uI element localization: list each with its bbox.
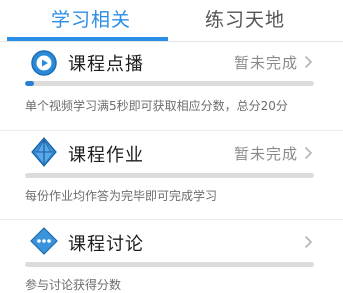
item-status: 暂未完成 — [233, 54, 298, 72]
item-description: 每份作业均作答为完毕即可完成学习 — [25, 189, 218, 203]
chevron-right-icon — [304, 55, 313, 69]
list-item-course-video[interactable]: 课程点播 暂未完成 单个视频学习满5秒即可获取相应分数，总分20分 — [0, 42, 343, 130]
progress-bar — [25, 81, 314, 86]
item-description: 单个视频学习满5秒即可获取相应分数，总分20分 — [25, 99, 288, 113]
homework-icon — [31, 137, 57, 167]
progress-fill — [25, 81, 34, 86]
chevron-right-icon — [304, 235, 313, 249]
item-status: 暂未完成 — [233, 145, 298, 163]
chevron-right-icon — [304, 146, 313, 160]
item-description: 参与讨论获得分数 — [25, 278, 122, 292]
tab-bar: 学习相关 练习天地 — [0, 0, 343, 44]
list-item-course-discussion[interactable]: 课程讨论 参与讨论获得分数 — [0, 220, 343, 292]
tab-practice[interactable]: 练习天地 — [170, 4, 320, 36]
item-title: 课程作业 — [68, 145, 144, 166]
progress-bar — [25, 173, 314, 178]
progress-bar — [25, 262, 314, 267]
item-title: 课程讨论 — [68, 234, 144, 255]
item-title: 课程点播 — [68, 54, 144, 75]
video-play-icon — [31, 50, 57, 76]
tab-study[interactable]: 学习相关 — [16, 4, 166, 36]
discussion-icon — [30, 227, 58, 255]
list-item-course-homework[interactable]: 课程作业 暂未完成 每份作业均作答为完毕即可完成学习 — [0, 131, 343, 219]
